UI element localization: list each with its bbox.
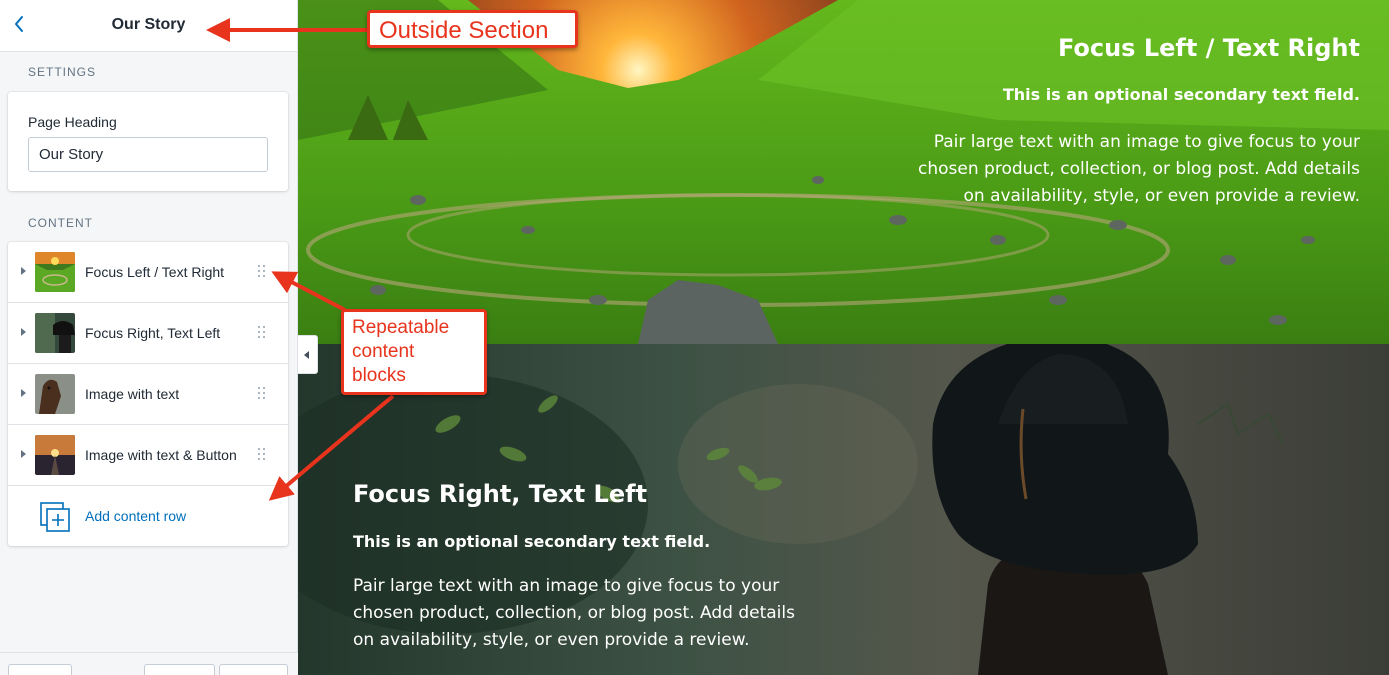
body-line: Pair large text with an image to give fo… <box>933 132 1360 152</box>
content-section-label: CONTENT <box>28 216 93 230</box>
outside-section-callout: Outside Section <box>367 10 578 48</box>
block1-body: Pair large text with an image to give fo… <box>918 129 1360 210</box>
callout-line: blocks <box>352 365 406 386</box>
settings-section-label: SETTINGS <box>28 65 97 79</box>
row-thumbnail <box>35 252 75 292</box>
content-row-focus-left[interactable]: Focus Left / Text Right <box>8 242 288 303</box>
add-content-row-label: Add content row <box>85 508 187 524</box>
drag-handle-icon[interactable] <box>258 448 266 462</box>
body-line: Pair large text with an image to give fo… <box>353 576 780 596</box>
row-thumbnail <box>35 435 75 475</box>
editor-sidebar: Our Story SETTINGS Page Heading CONTENT … <box>0 0 298 675</box>
row-label: Focus Left / Text Right <box>85 264 225 280</box>
row-label: Image with text & Button <box>85 447 237 463</box>
content-row-image-with-text-button[interactable]: Image with text & Button <box>8 425 288 486</box>
expand-caret-icon[interactable] <box>21 450 26 458</box>
footer-button[interactable] <box>219 664 288 675</box>
sidebar-title: Our Story <box>111 16 186 33</box>
expand-caret-icon[interactable] <box>21 328 26 336</box>
body-line: chosen product, collection, or blog post… <box>918 159 1360 179</box>
row-thumbnail <box>35 374 75 414</box>
drag-handle-icon[interactable] <box>258 265 266 279</box>
page-heading-input[interactable] <box>28 137 268 172</box>
collapse-sidebar-button[interactable] <box>298 335 318 374</box>
block2-subtitle: This is an optional secondary text field… <box>353 532 711 551</box>
footer-button[interactable] <box>8 664 72 675</box>
hero-focus-left: Focus Left / Text Right This is an optio… <box>298 0 1389 344</box>
block2-title: Focus Right, Text Left <box>353 480 648 508</box>
settings-card: Page Heading <box>8 92 288 191</box>
body-line: chosen product, collection, or blog post… <box>353 603 795 623</box>
body-line: on availability, style, or even provide … <box>963 186 1361 206</box>
row-label: Focus Right, Text Left <box>85 325 221 341</box>
content-row-focus-right[interactable]: Focus Right, Text Left <box>8 303 288 364</box>
sidebar-footer <box>0 652 298 675</box>
repeatable-blocks-callout: Repeatable content blocks <box>341 309 487 395</box>
add-section-icon <box>40 502 70 532</box>
expand-caret-icon[interactable] <box>21 389 26 397</box>
block1-subtitle: This is an optional secondary text field… <box>1002 85 1360 104</box>
drag-handle-icon[interactable] <box>258 326 266 340</box>
expand-caret-icon[interactable] <box>21 267 26 275</box>
drag-handle-icon[interactable] <box>258 387 266 401</box>
block1-title: Focus Left / Text Right <box>1057 34 1360 62</box>
footer-button[interactable] <box>144 664 215 675</box>
row-label: Image with text <box>85 386 180 402</box>
callout-line: content <box>352 341 415 362</box>
row-thumbnail <box>35 313 75 353</box>
content-card: Focus Left / Text Right Focus Right, Tex… <box>8 242 288 546</box>
sidebar-header: Our Story <box>0 0 297 52</box>
block2-body: Pair large text with an image to give fo… <box>353 573 795 654</box>
body-line: on availability, style, or even provide … <box>353 630 750 650</box>
page-heading-label: Page Heading <box>28 114 117 130</box>
callout-line: Repeatable <box>352 317 450 338</box>
content-row-image-with-text[interactable]: Image with text <box>8 364 288 425</box>
add-content-row-button[interactable]: Add content row <box>8 486 288 547</box>
